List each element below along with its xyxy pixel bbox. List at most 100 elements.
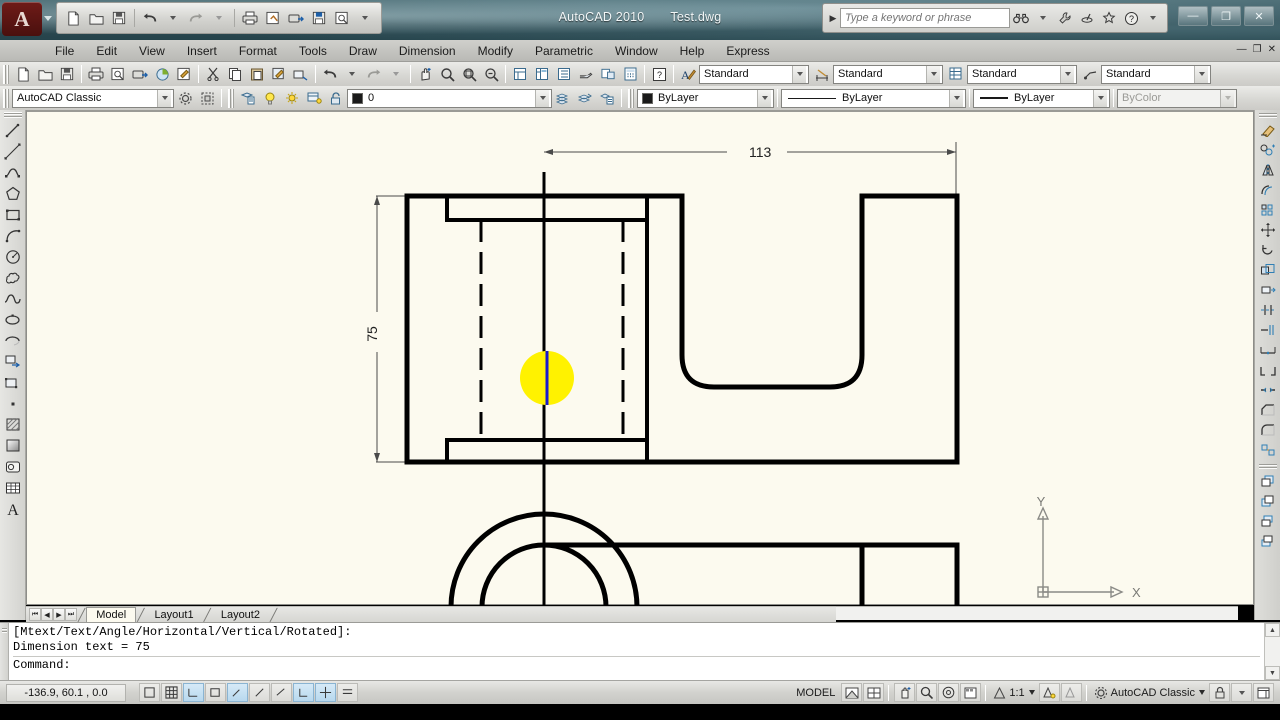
- break-at-point-tool[interactable]: [1257, 340, 1279, 360]
- tab-nav-button-3[interactable]: ⏭: [65, 608, 77, 621]
- preview-icon[interactable]: [331, 6, 353, 30]
- erase-tool[interactable]: [1257, 120, 1279, 140]
- new-file-icon[interactable]: [62, 6, 84, 30]
- auto-scale-icon[interactable]: [1060, 683, 1082, 702]
- quick-view-layouts-icon[interactable]: [841, 683, 863, 702]
- plot-preview-icon[interactable]: [107, 64, 129, 85]
- drawing-canvas[interactable]: 113 75 Y X: [26, 110, 1254, 607]
- zoom-realtime-icon[interactable]: [436, 64, 458, 85]
- chevron-down-icon[interactable]: [1093, 89, 1107, 107]
- publish-icon[interactable]: [285, 6, 307, 30]
- menu-item-edit[interactable]: Edit: [85, 42, 128, 60]
- make-object-layer-current-icon[interactable]: [574, 88, 596, 109]
- make-block-tool[interactable]: [2, 372, 24, 393]
- search-dropdown-arrow[interactable]: [1032, 7, 1054, 29]
- menu-item-window[interactable]: Window: [604, 42, 669, 60]
- chevron-down-icon[interactable]: [535, 89, 549, 107]
- chevron-down-icon[interactable]: [1028, 690, 1035, 695]
- dynamic-input-toggle[interactable]: [315, 683, 336, 702]
- draworder-toolbar-grip[interactable]: [1258, 463, 1277, 469]
- explode-tool[interactable]: [1257, 440, 1279, 460]
- command-window-grip[interactable]: [0, 623, 9, 680]
- multileader-style-icon[interactable]: [1079, 64, 1101, 85]
- publish-icon[interactable]: [129, 64, 151, 85]
- save-icon[interactable]: [56, 64, 78, 85]
- copy-icon[interactable]: [224, 64, 246, 85]
- save-icon[interactable]: [108, 6, 130, 30]
- redo-dropdown-arrow[interactable]: [385, 64, 407, 85]
- point-tool[interactable]: [2, 393, 24, 414]
- my-workspace-icon[interactable]: [196, 88, 218, 109]
- offset-tool[interactable]: [1257, 180, 1279, 200]
- lineweight-toggle[interactable]: [337, 683, 358, 702]
- ortho-mode-toggle[interactable]: [205, 683, 226, 702]
- menu-item-modify[interactable]: Modify: [467, 42, 524, 60]
- properties-icon[interactable]: [509, 64, 531, 85]
- open-file-icon[interactable]: [85, 6, 107, 30]
- color-control-combo[interactable]: ByLayer: [637, 88, 774, 108]
- menu-item-format[interactable]: Format: [228, 42, 288, 60]
- multiline-text-tool[interactable]: A: [2, 498, 24, 519]
- command-history[interactable]: [Mtext/Text/Angle/Horizontal/Vertical/Ro…: [9, 623, 1264, 680]
- tab-nav-button-2[interactable]: ▶: [53, 608, 65, 621]
- pan-icon[interactable]: [894, 683, 916, 702]
- mdi-close-button[interactable]: ✕: [1268, 44, 1276, 55]
- menu-item-draw[interactable]: Draw: [338, 42, 388, 60]
- qat-customize-arrow[interactable]: [354, 6, 376, 30]
- status-menu-arrow[interactable]: [1231, 683, 1252, 702]
- menu-item-express[interactable]: Express: [715, 42, 780, 60]
- menu-item-help[interactable]: Help: [669, 42, 716, 60]
- break-tool[interactable]: [1257, 360, 1279, 380]
- menu-item-tools[interactable]: Tools: [288, 42, 338, 60]
- maximize-button[interactable]: ❐: [1211, 6, 1241, 26]
- redo-icon[interactable]: [363, 64, 385, 85]
- zoom-window-icon[interactable]: [458, 64, 480, 85]
- markup-set-icon[interactable]: [597, 64, 619, 85]
- tab-layout2[interactable]: Layout2: [212, 607, 269, 622]
- layer-previous-icon[interactable]: [552, 88, 574, 109]
- tab-nav-button-1[interactable]: ◀: [41, 608, 53, 621]
- clean-screen-icon[interactable]: [1253, 683, 1274, 702]
- table-tool[interactable]: [2, 477, 24, 498]
- chevron-down-icon[interactable]: [949, 89, 963, 107]
- grid-display-toggle[interactable]: [183, 683, 204, 702]
- snap-grid-toggle[interactable]: [161, 683, 182, 702]
- send-under-object-tool[interactable]: [1257, 531, 1279, 551]
- table-style-combo[interactable]: Standard: [967, 64, 1077, 84]
- polyline-tool[interactable]: [2, 162, 24, 183]
- search-expand-arrow[interactable]: ▶: [826, 13, 840, 24]
- toolbar-grip[interactable]: [628, 88, 634, 108]
- help-icon[interactable]: ?: [1120, 7, 1142, 29]
- tab-layout1[interactable]: Layout1: [145, 607, 202, 622]
- revision-cloud-tool[interactable]: [2, 267, 24, 288]
- chevron-down-icon[interactable]: [1060, 65, 1074, 83]
- toolbar-grip[interactable]: [228, 88, 234, 108]
- hatch-tool[interactable]: [2, 414, 24, 435]
- menu-item-parametric[interactable]: Parametric: [524, 42, 604, 60]
- array-tool[interactable]: [1257, 200, 1279, 220]
- coordinate-display[interactable]: -136.9, 60.1 , 0.0: [6, 683, 126, 702]
- zoom-previous-icon[interactable]: [480, 64, 502, 85]
- polygon-tool[interactable]: [2, 183, 24, 204]
- space-toggle[interactable]: MODEL: [791, 687, 840, 699]
- designcenter-icon[interactable]: [531, 64, 553, 85]
- chamfer-tool[interactable]: [1257, 400, 1279, 420]
- tool-palettes-icon[interactable]: [553, 64, 575, 85]
- steering-wheel-icon[interactable]: [938, 683, 960, 702]
- workspace-switching-control[interactable]: AutoCAD Classic: [1091, 683, 1208, 702]
- menu-item-dimension[interactable]: Dimension: [388, 42, 467, 60]
- communication-center-icon[interactable]: [1076, 7, 1098, 29]
- toolbar-lock-icon[interactable]: [1209, 683, 1230, 702]
- dimension-style-combo[interactable]: Standard: [833, 64, 943, 84]
- pan-realtime-icon[interactable]: [414, 64, 436, 85]
- trim-tool[interactable]: [1257, 300, 1279, 320]
- ellipse-tool[interactable]: [2, 309, 24, 330]
- chevron-down-icon[interactable]: [926, 65, 940, 83]
- region-tool[interactable]: [2, 456, 24, 477]
- layer-freeze-thaw-icon[interactable]: [281, 88, 303, 109]
- multileader-style-combo[interactable]: Standard: [1101, 64, 1211, 84]
- plot-preview-icon[interactable]: [262, 6, 284, 30]
- object-snap-toggle[interactable]: [249, 683, 270, 702]
- new-icon[interactable]: [12, 64, 34, 85]
- chevron-down-icon[interactable]: [792, 65, 806, 83]
